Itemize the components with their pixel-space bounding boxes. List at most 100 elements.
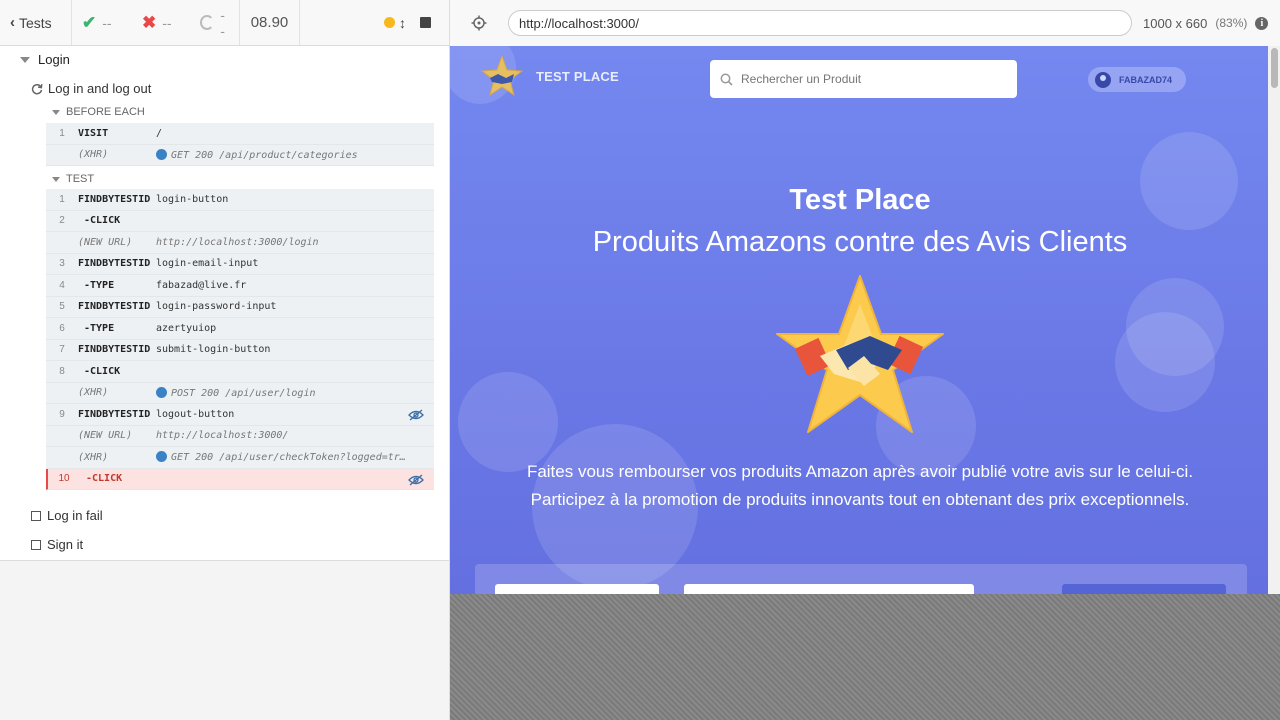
command-name: FINDBYTESTID	[78, 258, 151, 270]
xhr-status-icon	[156, 386, 167, 398]
test-title: Log in fail	[47, 508, 103, 523]
command-name: FINDBYTESTID	[78, 193, 151, 205]
suite-title: Login	[38, 52, 70, 67]
passed-value: --	[102, 14, 112, 31]
aut-panel: 1000 x 660 (83%) i TEST PLACE FABAZAD74 …	[450, 0, 1280, 720]
command-name: (NEW URL)	[78, 430, 133, 442]
command-message: /	[156, 127, 163, 139]
command-number: 1	[59, 193, 65, 205]
tests-back-label: Tests	[19, 14, 52, 31]
test-reporter: ‹ Tests ✔ -- ✖ -- -- 08.90 ↕ Login Log i…	[0, 0, 450, 720]
search-input[interactable]	[741, 72, 1001, 86]
check-icon: ✔	[82, 12, 97, 32]
reporter-header: ‹ Tests ✔ -- ✖ -- -- 08.90 ↕	[0, 0, 449, 46]
panel-field-1[interactable]	[495, 584, 659, 594]
command-row[interactable]: (XHR) GET 200 /api/product/categories	[46, 145, 434, 166]
eye-slash-icon	[408, 474, 424, 485]
command-name: FINDBYTESTID	[78, 408, 151, 420]
pending-value: --	[220, 6, 225, 39]
hook-test[interactable]: TEST	[52, 173, 94, 185]
crosshair-icon	[471, 15, 487, 31]
runnables-list: Login Log in and log out BEFORE EACH 1 V…	[0, 46, 449, 561]
suite-login[interactable]: Login	[20, 52, 70, 67]
refresh-icon	[31, 83, 43, 94]
command-number: 1	[59, 127, 65, 139]
hero-title: Test Place	[789, 184, 931, 216]
command-row[interactable]: 3 FINDBYTESTID login-email-input	[46, 254, 434, 275]
hook-before-each[interactable]: BEFORE EACH	[52, 106, 145, 118]
command-name: (XHR)	[78, 149, 109, 161]
url-bar: 1000 x 660 (83%) i	[450, 0, 1280, 46]
brand-logo[interactable]: TEST PLACE	[480, 54, 619, 98]
username: FABAZAD74	[1119, 74, 1173, 85]
command-number: 8	[59, 365, 65, 377]
xhr-text: GET 200 /api/user/checkToken?logged=tr…	[171, 452, 406, 464]
background-bubble	[458, 372, 558, 472]
test-sign-it[interactable]: Sign it	[31, 537, 83, 552]
scrollbar[interactable]	[1268, 46, 1280, 594]
command-name: FINDBYTESTID	[78, 301, 151, 313]
command-row[interactable]: 5 FINDBYTESTID login-password-input	[46, 297, 434, 318]
test-log-in-and-log-out[interactable]: Log in and log out	[31, 81, 151, 96]
duration: 08.90	[240, 0, 300, 45]
command-row[interactable]: 9 FINDBYTESTID logout-button	[46, 404, 434, 426]
failed-value: --	[162, 14, 172, 31]
selector-playground-button[interactable]	[450, 15, 508, 31]
viewport-info[interactable]: 1000 x 660 (83%) i	[1143, 16, 1269, 31]
pending-checkbox-icon	[31, 510, 41, 521]
search-icon	[720, 73, 733, 86]
command-message: GET 200 /api/product/categories	[156, 148, 434, 161]
command-name: -CLICK	[84, 365, 121, 377]
panel-button[interactable]	[1062, 584, 1226, 594]
pending-circle-icon	[200, 15, 215, 30]
hook-label: TEST	[66, 173, 95, 185]
running-indicator-icon	[384, 17, 395, 28]
command-row[interactable]: 1 FINDBYTESTID login-button	[46, 189, 434, 211]
test-title: Log in and log out	[48, 81, 152, 96]
command-row[interactable]: (NEW URL) http://localhost:3000/login	[46, 232, 434, 254]
command-message: logout-button	[156, 408, 235, 420]
command-row[interactable]: (XHR) POST 200 /api/user/login	[46, 383, 434, 404]
tests-back-button[interactable]: ‹ Tests	[0, 0, 72, 45]
command-number: 6	[59, 322, 65, 334]
command-name: -TYPE	[84, 322, 115, 334]
eye-slash-icon	[408, 409, 424, 421]
star-handshake-icon	[776, 275, 944, 433]
avatar-icon	[1095, 71, 1111, 88]
command-number: 9	[59, 408, 65, 420]
panel-field-2[interactable]	[684, 584, 974, 594]
auto-scroll-toggle-icon[interactable]: ↕	[399, 15, 406, 31]
chevron-left-icon: ‹	[10, 14, 15, 31]
pending-count: --	[190, 0, 240, 45]
command-row[interactable]: 2 -CLICK	[46, 211, 434, 232]
stop-icon[interactable]	[420, 17, 431, 28]
command-row[interactable]: (NEW URL) http://localhost:3000/	[46, 426, 434, 447]
hero-line-1: Faites vous rembourser vos produits Amaz…	[526, 462, 1194, 481]
command-name: -CLICK	[86, 473, 123, 485]
viewport-scale: (83%)	[1215, 16, 1248, 30]
command-message: http://localhost:3000/login	[156, 236, 319, 248]
command-row[interactable]: (XHR) GET 200 /api/user/checkToken?logged…	[46, 447, 434, 469]
command-number: 3	[59, 258, 65, 270]
command-row[interactable]: 7 FINDBYTESTID submit-login-button	[46, 340, 434, 361]
url-input[interactable]	[508, 10, 1132, 36]
app-under-test: TEST PLACE FABAZAD74 Test Place Produits…	[450, 46, 1280, 594]
xhr-status-icon	[156, 451, 167, 463]
command-row[interactable]: 6 -TYPE azertyuiop	[46, 318, 434, 340]
caret-down-icon	[52, 109, 60, 115]
command-row[interactable]: 1 VISIT /	[46, 123, 434, 145]
command-message: submit-login-button	[156, 344, 271, 356]
background-bubble	[1115, 312, 1215, 412]
product-search[interactable]	[710, 60, 1017, 98]
test-log-in-fail[interactable]: Log in fail	[31, 508, 103, 523]
command-row-failed[interactable]: 10 -CLICK	[46, 468, 434, 490]
scrollbar-thumb[interactable]	[1271, 48, 1278, 88]
command-number: 2	[59, 215, 65, 227]
command-row[interactable]: 8 -CLICK	[46, 361, 434, 383]
command-name: (NEW URL)	[78, 236, 133, 248]
hook-label: BEFORE EACH	[66, 106, 145, 118]
command-message: fabazad@live.fr	[156, 279, 247, 291]
user-menu-button[interactable]: FABAZAD74	[1088, 67, 1187, 92]
search-panel	[475, 564, 1247, 594]
command-row[interactable]: 4 -TYPE fabazad@live.fr	[46, 275, 434, 297]
